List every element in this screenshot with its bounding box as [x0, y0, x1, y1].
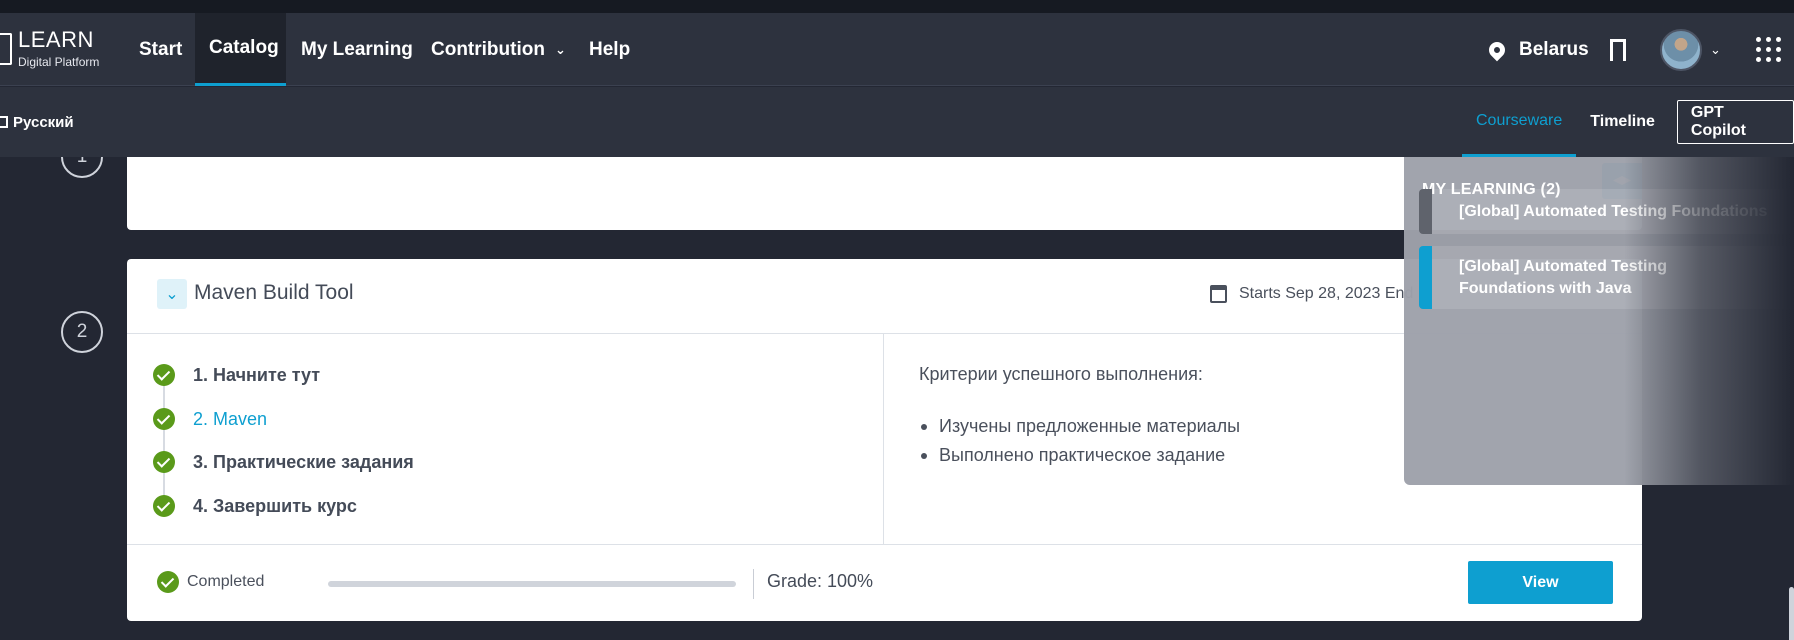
language-label: Русский — [13, 113, 74, 131]
nav-start[interactable]: Start — [125, 13, 196, 86]
course-tabs: Courseware Timeline GPT Copilot — [1462, 87, 1794, 157]
language-icon — [0, 116, 8, 128]
learning-item[interactable]: [Global] Automated Testing Foundations — [1419, 189, 1794, 234]
learning-item[interactable]: [Global] Automated Testing Foundations w… — [1419, 246, 1794, 309]
tab-courseware[interactable]: Courseware — [1462, 87, 1577, 157]
scrollbar[interactable] — [1789, 587, 1794, 640]
my-learning-dropdown: MY LEARNING (2) [Global] Automated Testi… — [1404, 157, 1794, 485]
criteria-item: Выполнено практическое задание — [919, 441, 1240, 470]
calendar-icon — [1210, 285, 1227, 303]
nav-catalog[interactable]: Catalog — [195, 13, 286, 86]
tab-timeline[interactable]: Timeline — [1576, 87, 1669, 157]
nav-my-learning[interactable]: My Learning — [287, 13, 427, 86]
learning-item-label: [Global] Automated Testing Foundations w… — [1459, 257, 1667, 297]
check-circle-icon — [153, 495, 175, 517]
apps-grid-icon — [1756, 37, 1781, 62]
collapse-button[interactable]: ⌄ — [157, 279, 187, 309]
module-dates-text: Starts Sep 28, 2023 End — [1239, 285, 1414, 302]
location-selector[interactable]: Belarus — [1485, 13, 1589, 86]
module-steps: 1. Начните тут 2. Maven 3. Практические … — [127, 334, 884, 544]
logo-title: LEARN — [18, 27, 94, 52]
bookmark-icon — [1610, 38, 1626, 69]
user-menu[interactable]: ⌄ — [1660, 13, 1721, 86]
chevron-down-icon: ⌄ — [1710, 41, 1721, 57]
bookmarks-button[interactable] — [1610, 13, 1626, 86]
step-number-badge: 1 — [61, 157, 103, 178]
step-label: 3. Практические задания — [193, 451, 414, 472]
step-number-badge: 2 — [61, 311, 103, 353]
location-label: Belarus — [1519, 38, 1589, 60]
apps-menu-button[interactable] — [1756, 13, 1781, 86]
grade-label: Grade: 100% — [767, 571, 874, 591]
progress-fill — [328, 581, 736, 587]
check-circle-icon — [157, 571, 179, 593]
criteria-list: Изучены предложенные материалы Выполнено… — [919, 412, 1240, 470]
chevron-down-icon: ⌄ — [165, 286, 179, 303]
learning-item-label: [Global] Automated Testing Foundations — [1459, 202, 1768, 220]
check-circle-icon — [153, 408, 175, 430]
step-item[interactable]: 2. Maven — [153, 404, 267, 434]
view-button[interactable]: View — [1468, 561, 1613, 604]
location-pin-icon — [1485, 38, 1509, 61]
module-footer: Completed Grade: 100% View — [127, 544, 1642, 621]
nav-help[interactable]: Help — [575, 13, 644, 86]
top-strip — [0, 0, 1794, 13]
step-label: 4. Завершить курс — [193, 495, 357, 516]
top-navbar: LEARN Digital Platform Start Catalog My … — [0, 13, 1794, 86]
module-title: Maven Build Tool — [194, 281, 354, 304]
check-circle-icon — [153, 364, 175, 386]
module-dates: Starts Sep 28, 2023 End — [1210, 285, 1413, 303]
step-label: 1. Начните тут — [193, 364, 321, 385]
chevron-down-icon: ⌄ — [554, 41, 566, 57]
course-subbar: Русский Courseware Timeline GPT Copilot — [0, 87, 1794, 157]
step-item[interactable]: 3. Практические задания — [153, 447, 414, 477]
criteria-title: Критерии успешного выполнения: — [919, 364, 1203, 384]
progress-bar — [328, 581, 736, 587]
divider — [753, 569, 754, 599]
language-selector[interactable]: Русский — [0, 87, 74, 157]
completion-status: Completed — [157, 571, 264, 593]
logo[interactable]: LEARN Digital Platform — [0, 25, 99, 73]
step-item[interactable]: 4. Завершить курс — [153, 491, 357, 521]
avatar — [1660, 28, 1702, 71]
logo-icon — [0, 33, 12, 65]
step-item[interactable]: 1. Начните тут — [153, 360, 320, 390]
criteria-item: Изучены предложенные материалы — [919, 412, 1240, 441]
status-label: Completed — [187, 573, 265, 590]
logo-subtitle: Digital Platform — [18, 55, 100, 69]
gpt-copilot-button[interactable]: GPT Copilot — [1676, 100, 1794, 144]
check-circle-icon — [153, 451, 175, 473]
step-label: 2. Maven — [193, 408, 268, 429]
nav-contribution[interactable]: Contribution ⌄ — [417, 13, 580, 86]
